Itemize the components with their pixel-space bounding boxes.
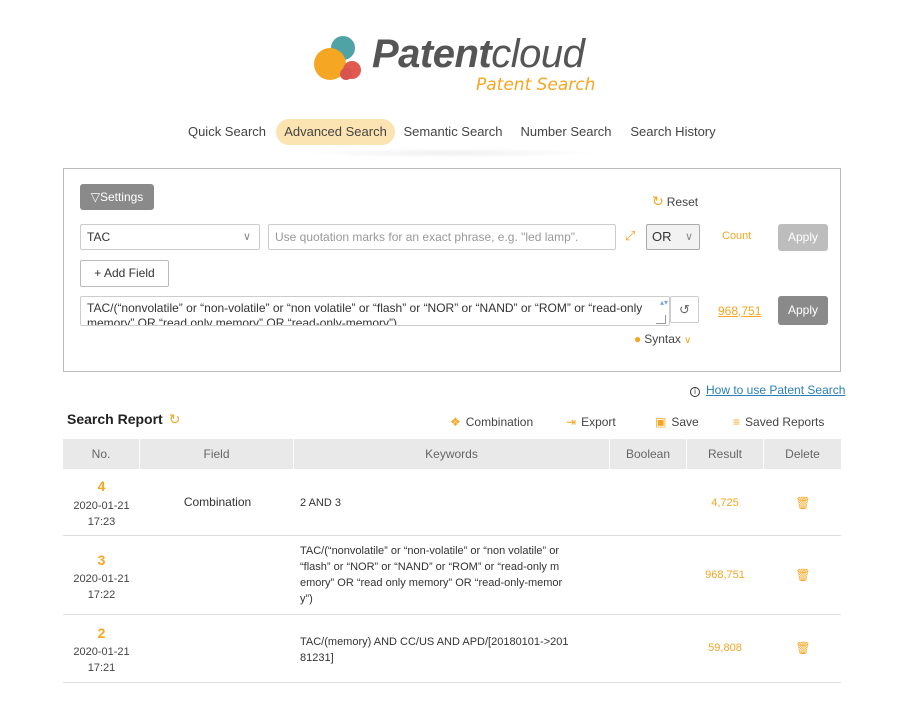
row-result[interactable]: 59,808 <box>687 642 763 654</box>
row-date: 2020-01-21 <box>73 646 130 658</box>
syntax-toggle[interactable]: ● Syntax ∨ <box>634 332 691 346</box>
add-field-button[interactable]: + Add Field <box>80 260 169 287</box>
table-header: No. Field Keywords Boolean Result Delete <box>63 439 841 469</box>
row-number: 3 <box>97 552 106 568</box>
column-header-boolean: Boolean <box>610 439 687 469</box>
field-select[interactable]: TAC ∨ <box>80 224 260 250</box>
column-header-result: Result <box>687 439 764 469</box>
row-time: 17:22 <box>87 589 116 601</box>
trash-icon[interactable]: 🗑 <box>765 496 841 510</box>
column-header-keywords: Keywords <box>294 439 610 469</box>
row-result[interactable]: 968,751 <box>687 569 763 581</box>
row-field: Combination <box>183 495 252 509</box>
list-icon: ≡ <box>733 415 741 429</box>
brand-wordmark: Patentcloud <box>372 32 585 76</box>
info-icon: i <box>690 387 700 397</box>
export-icon: ⇥ <box>566 415 577 429</box>
resize-handle-icon[interactable] <box>656 315 666 324</box>
combination-icon: ❖ <box>450 415 461 429</box>
chevron-down-icon: ∨ <box>684 231 693 243</box>
row-time: 17:23 <box>87 516 116 528</box>
refresh-icon[interactable]: ↻ <box>169 411 181 427</box>
nav-advanced-search[interactable]: Advanced Search <box>276 119 395 145</box>
query-result-count[interactable]: 968,751 <box>718 304 761 318</box>
settings-button[interactable]: ▽Settings <box>80 184 154 210</box>
apply-query-button[interactable]: Apply <box>778 296 828 325</box>
apply-field-button[interactable]: Apply <box>778 224 828 251</box>
combination-button[interactable]: ❖ Combination <box>450 415 533 429</box>
nav-search-history[interactable]: Search History <box>627 119 719 145</box>
patentcloud-logo-mark <box>314 36 361 80</box>
saved-reports-button[interactable]: ≡ Saved Reports <box>733 415 824 429</box>
brand-subtitle: Patent Search <box>476 75 596 95</box>
chevron-down-icon: ∨ <box>683 335 692 346</box>
column-header-no: No. <box>63 439 140 469</box>
history-icon[interactable]: ↺ <box>670 296 699 323</box>
row-date: 2020-01-21 <box>73 500 130 512</box>
expand-icon[interactable]: ⤢ <box>625 228 635 244</box>
count-link[interactable]: Count <box>722 230 751 242</box>
query-line-2: memory” OR “read only memory” OR “read-o… <box>87 316 398 326</box>
search-report-table: No. Field Keywords Boolean Result Delete… <box>63 439 841 683</box>
query-line-1: TAC/(“nonvolatile” or “non-volatile” or … <box>87 301 643 315</box>
column-header-delete: Delete <box>785 447 820 461</box>
table-row: 4 2020-01-21 17:23 Combination 2 AND 3 4… <box>63 469 841 536</box>
save-icon: ▣ <box>655 415 667 429</box>
nav-shadow <box>300 148 600 158</box>
save-button[interactable]: ▣ Save <box>655 415 699 429</box>
advanced-search-panel: ▽Settings ↻Reset TAC ∨ ⤢ OR ∨ Count Appl… <box>63 168 841 372</box>
filter-icon: ▽ <box>90 190 100 204</box>
reset-icon: ↻ <box>652 193 664 209</box>
chevron-down-icon: ∨ <box>242 231 251 243</box>
row-number: 2 <box>97 625 106 641</box>
keyword-input[interactable] <box>268 224 616 250</box>
plus-icon: + <box>94 266 104 280</box>
search-mode-nav: Quick Search Advanced Search Semantic Se… <box>0 119 899 145</box>
row-time: 17:21 <box>87 662 116 674</box>
trash-icon[interactable]: 🗑 <box>765 568 841 582</box>
how-to-link[interactable]: i How to use Patent Search <box>690 383 845 397</box>
table-row: 2 2020-01-21 17:21 TAC/(memory) AND CC/U… <box>63 615 841 683</box>
row-number: 4 <box>97 478 106 494</box>
row-result[interactable]: 4,725 <box>687 497 763 509</box>
nav-number-search[interactable]: Number Search <box>518 119 614 145</box>
row-keywords: 2 AND 3 <box>300 497 341 509</box>
table-row: 3 2020-01-21 17:22 TAC/(“nonvolatile” or… <box>63 536 841 615</box>
row-date: 2020-01-21 <box>73 573 130 585</box>
trash-icon[interactable]: 🗑 <box>765 641 841 655</box>
boolean-select[interactable]: OR ∨ <box>646 224 700 250</box>
row-keywords: TAC/(“nonvolatile” or “non-volatile” or … <box>300 545 563 605</box>
nav-quick-search[interactable]: Quick Search <box>184 119 270 145</box>
lightbulb-icon: ● <box>634 332 642 346</box>
export-button[interactable]: ⇥ Export <box>566 415 616 429</box>
nav-semantic-search[interactable]: Semantic Search <box>402 119 504 145</box>
search-report-title: Search Report ↻ <box>67 411 181 427</box>
row-keywords: TAC/(memory) AND CC/US AND APD/[20180101… <box>300 636 569 664</box>
query-textarea[interactable]: TAC/(“nonvolatile” or “non-volatile” or … <box>80 296 670 326</box>
column-header-field: Field <box>140 439 294 469</box>
reset-button[interactable]: ↻ Reset <box>652 193 698 210</box>
scroll-arrows-icon[interactable]: ▴▾ <box>660 298 668 307</box>
patentcloud-logo[interactable]: Patentcloud Patent Search <box>310 30 600 100</box>
